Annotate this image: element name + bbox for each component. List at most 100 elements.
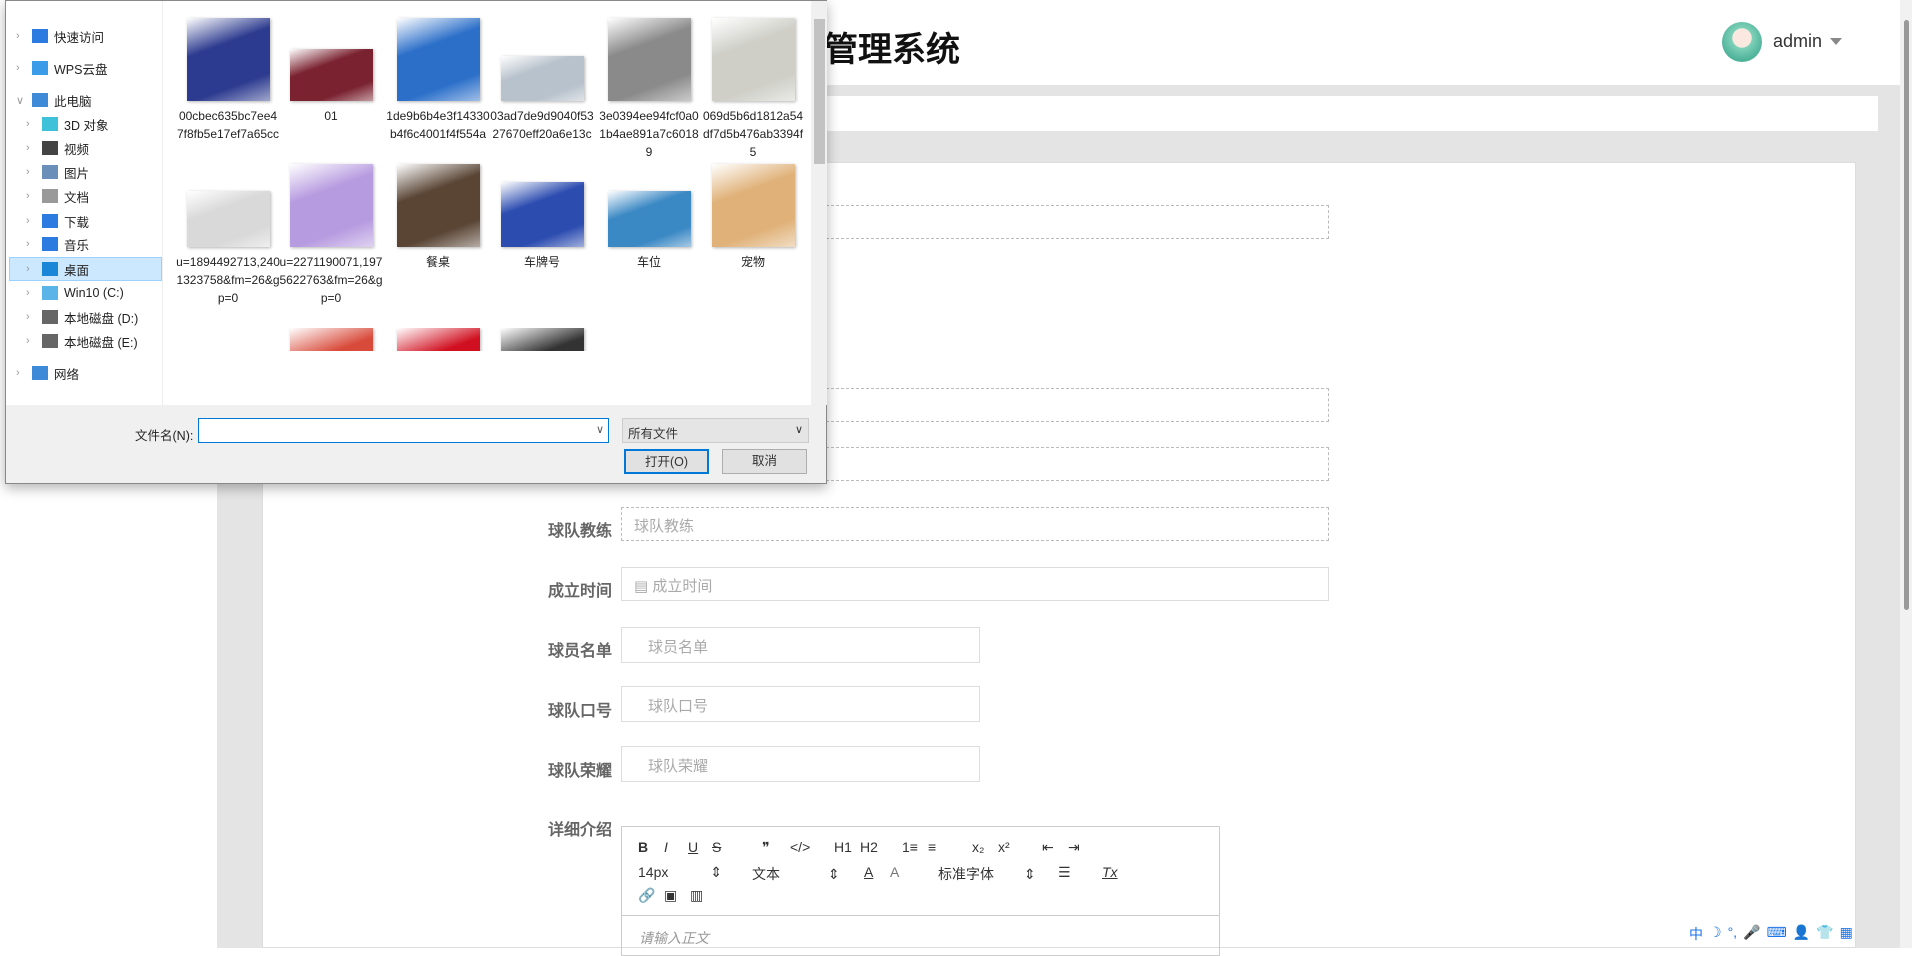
ime-icon[interactable]: 🎤 — [1743, 924, 1760, 944]
file-thumbnail — [186, 191, 270, 247]
font-size-value: 14px — [638, 864, 669, 880]
toolbar-button[interactable]: x₂ — [972, 839, 984, 855]
video-icon[interactable]: ▥ — [690, 887, 703, 904]
cancel-button[interactable]: 取消 — [722, 449, 807, 474]
chevron-down-icon: ∨ — [794, 424, 803, 436]
filename-label: 文件名(N): — [135, 429, 194, 443]
avatar[interactable] — [1722, 22, 1762, 62]
file-item[interactable]: 3e0394ee94fcf0a01b4ae891a7c60189 — [597, 18, 701, 161]
file-item[interactable] — [386, 328, 490, 351]
font-family-select[interactable]: 标准字体 ⇕ — [938, 864, 1036, 884]
file-thumbnail — [187, 351, 270, 405]
file-type-value: 所有文件 — [628, 427, 679, 441]
caret-down-icon[interactable] — [1830, 38, 1842, 45]
link-icon[interactable]: 🔗 — [638, 887, 655, 904]
file-item[interactable] — [279, 328, 383, 351]
coach-input[interactable]: 球队教练 — [621, 507, 1329, 541]
file-thumbnail — [711, 18, 795, 101]
file-name: 餐桌 — [425, 255, 450, 269]
roster-textarea[interactable]: 球员名单 — [621, 627, 980, 663]
file-item[interactable]: 1de9b6b4e3f14330b4f6c4001f4f554a — [386, 18, 490, 143]
toolbar-button[interactable]: ≡ — [928, 839, 936, 855]
file-item[interactable]: 069d5b6d1812a54df7d5b476ab3394f5 — [701, 18, 805, 161]
ime-icon[interactable]: 👕 — [1816, 924, 1833, 944]
file-thumbnail — [500, 182, 584, 247]
chevron-down-icon[interactable]: ∨ — [596, 423, 604, 436]
toolbar-button[interactable]: B — [638, 839, 648, 855]
slogan-label: 球队口号 — [548, 703, 613, 720]
rich-text-editor[interactable]: B I U S ❞ </> H1 H2 1≡ ≡ x₂ x² ⇤ ⇥ 14px ⇕ 文本 ⇕ A A 标准字体… — [621, 826, 1220, 956]
file-item[interactable]: 01 — [279, 49, 383, 125]
file-item[interactable]: u=1894492713,2401323758&fm=26&gp=0 — [176, 191, 280, 307]
file-item[interactable] — [701, 366, 805, 405]
file-name: 01 — [324, 109, 338, 123]
honors-textarea[interactable]: 球队荣耀 — [621, 746, 980, 782]
file-name: 00cbec635bc7ee47f8fb5e17ef7a65cc — [176, 109, 280, 141]
ime-icon[interactable]: ▦ — [1840, 924, 1853, 944]
file-item[interactable]: 车位 — [597, 191, 701, 271]
toolbar-button[interactable]: x² — [998, 839, 1010, 855]
header-select[interactable]: 文本 ⇕ — [752, 864, 840, 884]
ime-icon[interactable]: 中 — [1689, 924, 1703, 944]
editor-divider — [622, 915, 1219, 916]
file-name: 车位 — [636, 255, 661, 269]
file-item[interactable]: 00cbec635bc7ee47f8fb5e17ef7a65cc — [176, 18, 280, 143]
slogan-textarea[interactable]: 球队口号 — [621, 686, 980, 722]
file-scrollbar-thumb[interactable] — [814, 19, 825, 164]
filename-input[interactable]: ∨ — [198, 418, 609, 443]
file-name: 03ad7de9d9040f5327670eff20a6e13c — [490, 109, 594, 141]
file-thumbnail — [396, 18, 480, 101]
toolbar-button[interactable]: ⇥ — [1068, 839, 1080, 856]
ime-icon[interactable]: °, — [1728, 924, 1738, 944]
editor-placeholder[interactable]: 请输入正文 — [639, 928, 709, 948]
user-menu[interactable]: admin — [1773, 31, 1822, 52]
toolbar-button[interactable]: I — [664, 839, 668, 855]
file-thumbnail — [289, 328, 373, 351]
image-icon[interactable]: ▣ — [664, 887, 677, 904]
file-name: 宠物 — [740, 255, 765, 269]
honors-label: 球队荣耀 — [548, 763, 613, 780]
clear-format-icon[interactable]: Tx — [1102, 864, 1118, 880]
ime-icon[interactable]: ☽ — [1709, 924, 1722, 944]
toolbar-button[interactable]: 1≡ — [902, 839, 918, 855]
file-item[interactable]: u=2271190071,1975622763&fm=26&gp=0 — [279, 164, 383, 307]
founded-label: 成立时间 — [548, 583, 613, 600]
file-thumbnail — [396, 164, 480, 247]
file-item[interactable]: 餐桌 — [386, 164, 490, 271]
open-button[interactable]: 打开(O) — [624, 449, 709, 474]
ime-toolbar: 中 ☽ °, 🎤 ⌨ 👤 👕 ▦ — [1689, 924, 1853, 944]
toolbar-button[interactable]: </> — [790, 839, 810, 855]
header-value: 文本 — [752, 866, 780, 882]
toolbar-button[interactable]: ❞ — [762, 839, 770, 856]
background-color-icon[interactable]: A — [890, 864, 899, 880]
toolbar-button[interactable]: S — [712, 839, 721, 855]
align-icon[interactable]: ☰ — [1058, 864, 1071, 881]
file-type-select[interactable]: 所有文件 ∨ — [622, 418, 809, 443]
page-scrollbar-thumb[interactable] — [1904, 20, 1909, 610]
file-name: 车牌号 — [523, 255, 560, 269]
file-thumbnail — [607, 191, 691, 247]
file-open-dialog: › 快速访问 › WPS云盘 ∨ 此电脑 › 3D 对象 › 视频 › 图片 › 文档 › 下载 › 音乐 › 桌面 ›… — [5, 0, 827, 484]
founded-placeholder: 成立时间 — [652, 578, 713, 595]
founded-date-input[interactable]: ▤ 成立时间 — [621, 567, 1329, 601]
coach-label: 球队教练 — [548, 523, 613, 540]
font-size-select[interactable]: 14px ⇕ — [638, 864, 722, 881]
dialog-footer: 文件名(N): ∨ 所有文件 ∨ 打开(O) 取消 — [6, 405, 826, 483]
font-color-icon[interactable]: A — [864, 864, 873, 880]
ime-icon[interactable]: ⌨ — [1767, 924, 1787, 944]
file-item[interactable] — [490, 328, 594, 351]
file-name: u=1894492713,2401323758&fm=26&gp=0 — [176, 255, 280, 305]
toolbar-button[interactable]: H2 — [860, 839, 878, 855]
file-name: 069d5b6d1812a54df7d5b476ab3394f5 — [702, 109, 804, 159]
file-item[interactable] — [597, 354, 701, 405]
file-thumbnail — [289, 164, 373, 247]
toolbar-button[interactable]: H1 — [834, 839, 852, 855]
file-item[interactable]: 车牌号 — [490, 182, 594, 271]
ime-icon[interactable]: 👤 — [1793, 924, 1810, 944]
toolbar-button[interactable]: ⇤ — [1042, 839, 1054, 856]
file-thumbnail — [608, 354, 691, 405]
file-item[interactable]: 宠物 — [701, 164, 805, 271]
toolbar-button[interactable]: U — [688, 839, 698, 855]
file-item[interactable]: 03ad7de9d9040f5327670eff20a6e13c — [490, 56, 594, 143]
file-item[interactable] — [176, 351, 280, 405]
